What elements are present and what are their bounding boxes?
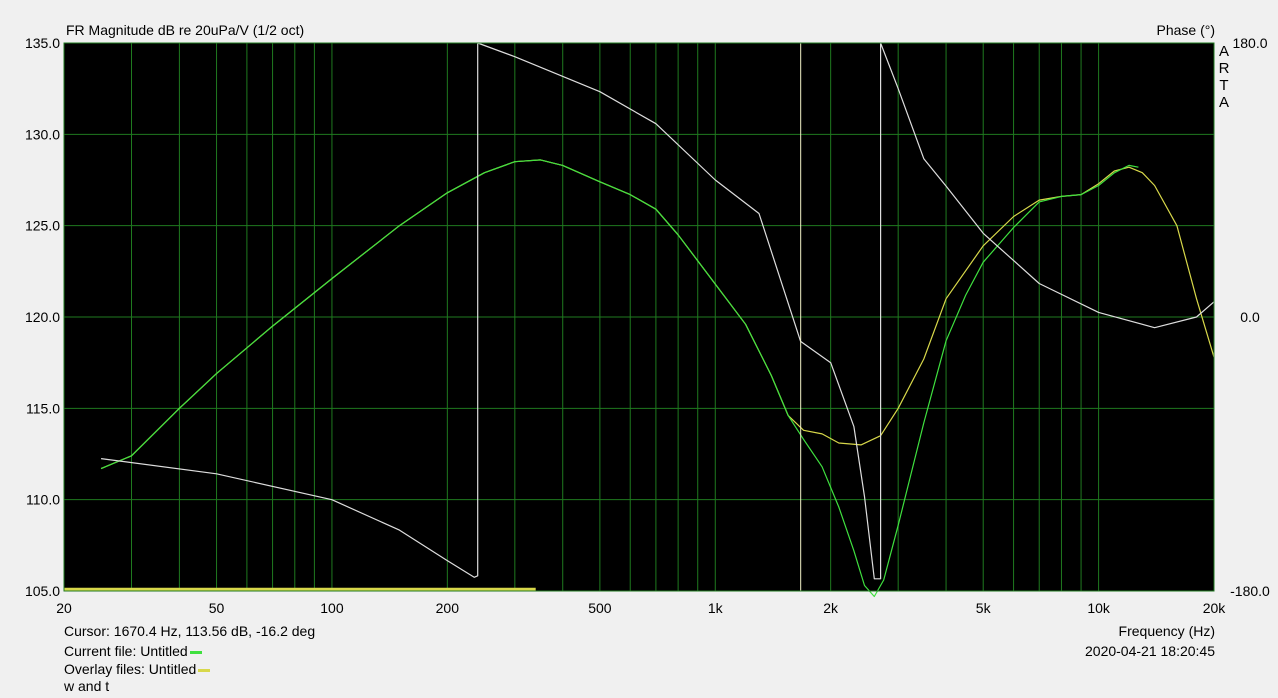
overlay-files-label: Overlay files: Untitled: [64, 661, 211, 677]
x-tick-label: 500: [588, 600, 612, 616]
arta-logo: A R T A: [1218, 43, 1230, 111]
chart-title: FR Magnitude dB re 20uPa/V (1/2 oct): [66, 22, 305, 38]
x-tick-label: 100: [320, 600, 344, 616]
y-tick-label: 120.0: [25, 309, 60, 325]
current-file-swatch: [189, 650, 202, 654]
overlay-file-swatch: [198, 668, 211, 672]
phase-axis-title: Phase (°): [1156, 22, 1215, 38]
x-tick-label: 20k: [1203, 600, 1227, 616]
frequency-response-chart: 105.0 110.0 115.0 120.0 125.0 130.0 135.0 -180…: [25, 35, 1270, 616]
x-tick-label: 50: [209, 600, 225, 616]
x-axis-title: Frequency (Hz): [1118, 623, 1215, 639]
phase-tick-label: -180.0: [1230, 583, 1270, 599]
overlay-files-text: Overlay files: Untitled: [64, 661, 197, 677]
phase-tick-label: 180.0: [1232, 35, 1267, 51]
x-tick-label: 5k: [976, 600, 992, 616]
current-file-text: Current file: Untitled: [64, 643, 188, 659]
y-axis-ticks: 105.0 110.0 115.0 120.0 125.0 130.0 135.0: [25, 35, 60, 599]
x-tick-label: 200: [436, 600, 460, 616]
x-tick-label: 20: [56, 600, 72, 616]
y-tick-label: 110.0: [26, 492, 60, 508]
cursor-readout: Cursor: 1670.4 Hz, 113.56 dB, -16.2 deg: [64, 623, 316, 639]
x-tick-label: 1k: [708, 600, 724, 616]
phase-tick-label: 0.0: [1240, 309, 1260, 325]
current-file-label: Current file: Untitled: [64, 643, 202, 659]
y-tick-label: 105.0: [25, 583, 60, 599]
x-tick-label: 10k: [1087, 600, 1111, 616]
x-axis-ticks: 20 50 100 200 500 1k 2k 5k 10k 20k: [56, 600, 1226, 616]
y-tick-label: 115.0: [26, 400, 60, 416]
phase-axis-ticks: -180.0 0.0 180.0: [1230, 35, 1270, 599]
y-tick-label: 125.0: [25, 218, 60, 234]
timestamp: 2020-04-21 18:20:45: [1085, 643, 1215, 659]
x-tick-label: 2k: [823, 600, 839, 616]
y-tick-label: 135.0: [25, 35, 60, 51]
window-label: w and t: [64, 678, 110, 694]
y-tick-label: 130.0: [25, 126, 60, 142]
